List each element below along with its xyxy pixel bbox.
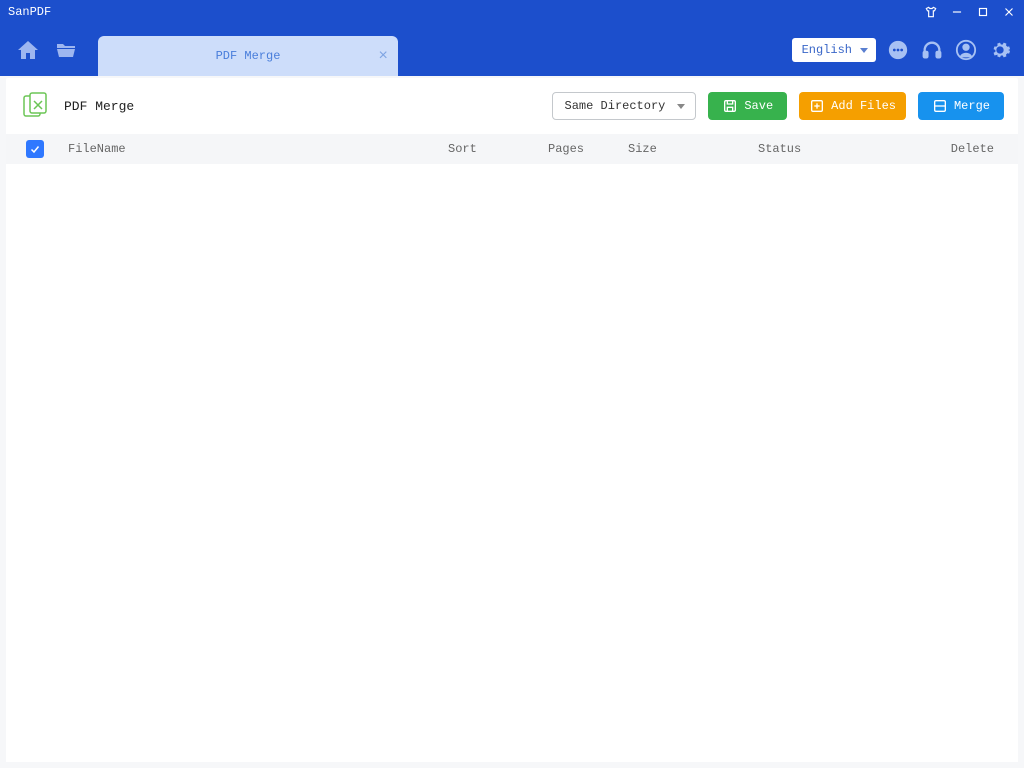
window-controls bbox=[922, 3, 1018, 21]
folder-icon[interactable] bbox=[54, 38, 78, 62]
panel: PDF Merge Same Directory Save Add Files … bbox=[6, 78, 1018, 762]
toolbar-title-text: PDF Merge bbox=[64, 99, 134, 114]
merge-button[interactable]: Merge bbox=[918, 92, 1004, 120]
tab-close-icon[interactable]: × bbox=[378, 48, 388, 64]
title-bar: SanPDF bbox=[0, 0, 1024, 24]
directory-selected: Same Directory bbox=[565, 99, 666, 113]
content: PDF Merge Same Directory Save Add Files … bbox=[0, 76, 1024, 768]
directory-select[interactable]: Same Directory bbox=[552, 92, 697, 120]
tab-pdf-merge[interactable]: PDF Merge × bbox=[98, 36, 398, 76]
add-icon bbox=[809, 98, 825, 114]
header-right: English bbox=[792, 38, 1012, 62]
nav-icons bbox=[16, 38, 78, 62]
table-header: FileName Sort Pages Size Status Delete bbox=[6, 134, 1018, 164]
th-status: Status bbox=[754, 142, 884, 156]
gear-icon[interactable] bbox=[988, 38, 1012, 62]
th-size: Size bbox=[624, 142, 754, 156]
tab-label: PDF Merge bbox=[216, 49, 281, 63]
app-title: SanPDF bbox=[8, 5, 51, 19]
home-icon[interactable] bbox=[16, 38, 40, 62]
shirt-icon[interactable] bbox=[922, 3, 940, 21]
merge-icon bbox=[932, 98, 948, 114]
toolbar-title: PDF Merge bbox=[20, 90, 134, 122]
save-button[interactable]: Save bbox=[708, 92, 787, 120]
pdf-merge-icon bbox=[20, 90, 52, 122]
headphones-icon[interactable] bbox=[920, 38, 944, 62]
merge-label: Merge bbox=[954, 99, 990, 113]
th-delete: Delete bbox=[884, 142, 998, 156]
header: PDF Merge × English bbox=[0, 24, 1024, 76]
language-selected: English bbox=[802, 43, 852, 57]
save-label: Save bbox=[744, 99, 773, 113]
select-all-checkbox[interactable] bbox=[26, 140, 44, 158]
tabs: PDF Merge × bbox=[98, 24, 398, 76]
maximize-button[interactable] bbox=[974, 3, 992, 21]
minimize-button[interactable] bbox=[948, 3, 966, 21]
th-filename: FileName bbox=[64, 142, 444, 156]
language-select[interactable]: English bbox=[792, 38, 876, 62]
check-icon bbox=[29, 143, 41, 155]
save-icon bbox=[722, 98, 738, 114]
add-files-button[interactable]: Add Files bbox=[799, 92, 906, 120]
th-pages: Pages bbox=[544, 142, 624, 156]
th-sort: Sort bbox=[444, 142, 544, 156]
close-button[interactable] bbox=[1000, 3, 1018, 21]
user-icon[interactable] bbox=[954, 38, 978, 62]
table-body bbox=[6, 164, 1018, 762]
toolbar: PDF Merge Same Directory Save Add Files … bbox=[6, 78, 1018, 134]
add-files-label: Add Files bbox=[831, 99, 896, 113]
chat-icon[interactable] bbox=[886, 38, 910, 62]
